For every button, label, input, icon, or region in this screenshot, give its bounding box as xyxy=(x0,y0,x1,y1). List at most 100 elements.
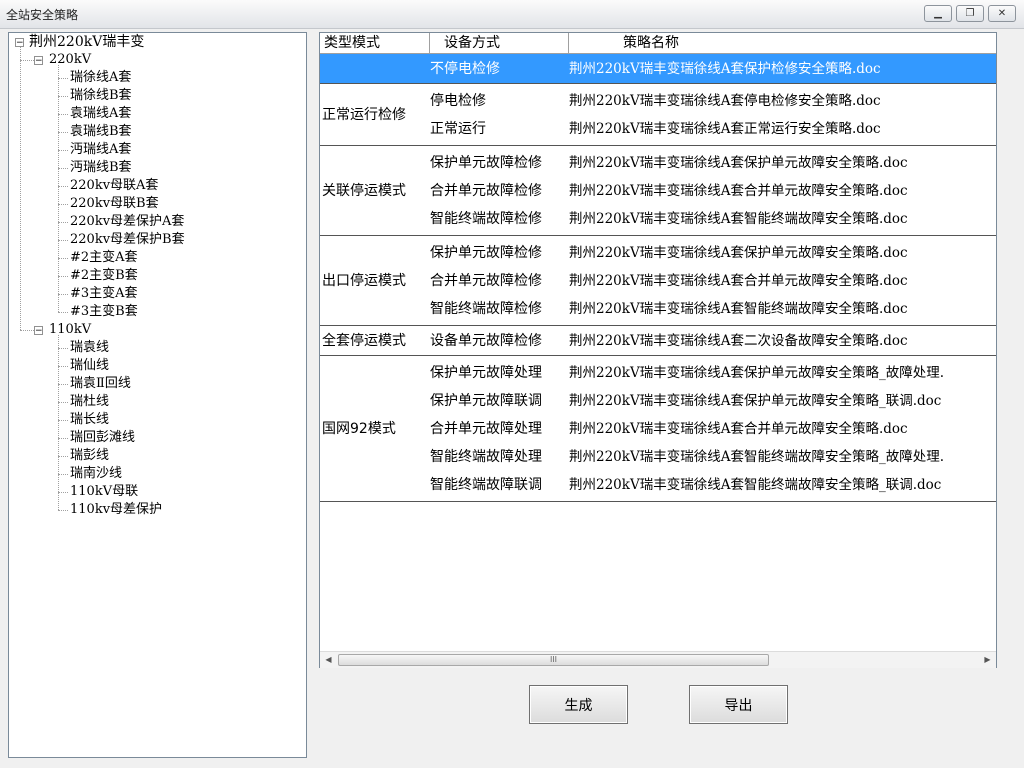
tree-item[interactable]: 220kv母差保护A套 xyxy=(70,213,184,231)
tree-group-1[interactable]: 110kV xyxy=(49,321,91,339)
tree-connector xyxy=(20,47,21,330)
strategy-file-cell[interactable]: 荆州220kV瑞丰变瑞徐线A套二次设备故障安全策略.doc xyxy=(569,331,908,351)
tree-connector xyxy=(58,65,59,312)
strategy-file-cell[interactable]: 荆州220kV瑞丰变瑞徐线A套正常运行安全策略.doc xyxy=(569,119,881,139)
tree-item[interactable]: 瑞徐线A套 xyxy=(70,69,131,87)
tree-connector xyxy=(58,348,68,349)
tree-item[interactable]: 瑞仙线 xyxy=(70,357,109,375)
tree-connector xyxy=(58,384,68,385)
device-cell[interactable]: 智能终端故障检修 xyxy=(430,299,542,319)
tree-item[interactable]: 瑞袁线 xyxy=(70,339,109,357)
strategy-file-cell[interactable]: 荆州220kV瑞丰变瑞徐线A套智能终端故障安全策略.doc xyxy=(569,299,908,319)
group-separator xyxy=(320,83,996,84)
strategy-file-cell[interactable]: 荆州220kV瑞丰变瑞徐线A套保护单元故障安全策略.doc xyxy=(569,243,908,263)
tree-item[interactable]: 220kv母差保护B套 xyxy=(70,231,185,249)
device-cell[interactable]: 合并单元故障检修 xyxy=(430,271,542,291)
strategy-file-cell[interactable]: 荆州220kV瑞丰变瑞徐线A套合并单元故障安全策略.doc xyxy=(569,419,908,439)
strategy-file-cell[interactable]: 荆州220kV瑞丰变瑞徐线A套保护单元故障安全策略_故障处理. xyxy=(569,363,944,383)
header-mode[interactable]: 类型模式 xyxy=(320,33,430,53)
strategy-file-cell[interactable]: 荆州220kV瑞丰变瑞徐线A套停电检修安全策略.doc xyxy=(569,91,881,111)
tree-connector xyxy=(58,168,68,169)
tree-item[interactable]: 瑞杜线 xyxy=(70,393,109,411)
device-cell[interactable]: 正常运行 xyxy=(430,119,486,139)
group-separator xyxy=(320,145,996,146)
strategy-grid[interactable]: 类型模式 设备方式 策略名称 不停电检修 荆州220kV瑞丰变瑞徐线A套保护检修安… xyxy=(319,32,997,668)
mode-cell[interactable]: 正常运行检修 xyxy=(322,105,406,125)
group-collapse-icon[interactable]: − xyxy=(34,326,43,336)
device-cell[interactable]: 合并单元故障处理 xyxy=(430,419,542,439)
strategy-file-cell[interactable]: 荆州220kV瑞丰变瑞徐线A套智能终端故障安全策略_故障处理. xyxy=(569,447,944,467)
tree-connector xyxy=(58,132,68,133)
tree-connector xyxy=(58,335,59,510)
tree-item[interactable]: 瑞袁Ⅱ回线 xyxy=(70,375,131,393)
tree-item[interactable]: 瑞长线 xyxy=(70,411,109,429)
tree-item[interactable]: 瑞徐线B套 xyxy=(70,87,132,105)
tree-item[interactable]: 110kV母联 xyxy=(70,483,138,501)
device-cell[interactable]: 停电检修 xyxy=(430,91,486,111)
mode-cell[interactable]: 出口停运模式 xyxy=(322,271,406,291)
device-cell[interactable]: 智能终端故障联调 xyxy=(430,475,542,495)
tree-connector xyxy=(58,402,68,403)
tree-item[interactable]: #3主变A套 xyxy=(70,285,138,303)
tree-item[interactable]: #3主变B套 xyxy=(70,303,138,321)
generate-button[interactable]: 生成 xyxy=(529,685,628,724)
tree-item[interactable]: 220kv母联A套 xyxy=(70,177,158,195)
close-button[interactable]: ✕ xyxy=(988,5,1016,22)
grid-header: 类型模式 设备方式 策略名称 xyxy=(320,33,996,54)
root-collapse-icon[interactable]: − xyxy=(15,38,24,48)
tree-group-0[interactable]: 220kV xyxy=(49,51,91,69)
tree-connector xyxy=(58,78,68,79)
scroll-left-icon[interactable]: ◀ xyxy=(320,652,337,668)
device-cell[interactable]: 合并单元故障检修 xyxy=(430,181,542,201)
export-button[interactable]: 导出 xyxy=(689,685,788,724)
device-cell[interactable]: 保护单元故障检修 xyxy=(430,243,542,263)
thumb-grip: III xyxy=(549,655,558,664)
group-collapse-icon[interactable]: − xyxy=(34,56,43,66)
device-cell[interactable]: 智能终端故障处理 xyxy=(430,447,542,467)
device-cell[interactable]: 保护单元故障联调 xyxy=(430,391,542,411)
device-cell[interactable]: 保护单元故障检修 xyxy=(430,153,542,173)
group-separator xyxy=(320,235,996,236)
strategy-file-cell[interactable]: 荆州220kV瑞丰变瑞徐线A套智能终端故障安全策略.doc xyxy=(569,209,908,229)
tree-item[interactable]: 瑞彭线 xyxy=(70,447,109,465)
header-device[interactable]: 设备方式 xyxy=(430,33,569,53)
tree-item[interactable]: 袁瑞线B套 xyxy=(70,123,132,141)
tree-item[interactable]: 袁瑞线A套 xyxy=(70,105,131,123)
strategy-file-cell[interactable]: 荆州220kV瑞丰变瑞徐线A套保护单元故障安全策略.doc xyxy=(569,153,908,173)
restore-button[interactable]: ❐ xyxy=(956,5,984,22)
strategy-file-cell[interactable]: 荆州220kV瑞丰变瑞徐线A套合并单元故障安全策略.doc xyxy=(569,271,908,291)
tree-item[interactable]: 110kv母差保护 xyxy=(70,501,162,519)
strategy-file-cell[interactable]: 荆州220kV瑞丰变瑞徐线A套智能终端故障安全策略_联调.doc xyxy=(569,475,941,495)
device-cell[interactable]: 保护单元故障处理 xyxy=(430,363,542,383)
mode-cell[interactable]: 国网92模式 xyxy=(322,419,396,439)
header-strategy-name[interactable]: 策略名称 xyxy=(569,33,996,53)
tree-item[interactable]: 沔瑞线A套 xyxy=(70,141,131,159)
tree-item[interactable]: #2主变B套 xyxy=(70,267,138,285)
tree-item[interactable]: 220kv母联B套 xyxy=(70,195,159,213)
tree-connector xyxy=(20,60,34,61)
mode-cell[interactable]: 全套停运模式 xyxy=(322,331,406,351)
restore-icon: ❐ xyxy=(965,8,975,19)
tree-root[interactable]: 荆州220kV瑞丰变 xyxy=(29,33,144,51)
horizontal-scrollbar[interactable]: ◀ III ▶ xyxy=(320,651,996,668)
tree-connector xyxy=(58,114,68,115)
station-tree[interactable]: − 荆州220kV瑞丰变 −220kV 瑞徐线A套 瑞徐线B套 袁瑞线A套 袁瑞线B套 沔瑞线… xyxy=(8,32,307,758)
mode-cell[interactable]: 关联停运模式 xyxy=(322,181,406,201)
device-cell[interactable]: 设备单元故障检修 xyxy=(430,331,542,351)
device-cell[interactable]: 智能终端故障检修 xyxy=(430,209,542,229)
device-cell[interactable]: 不停电检修 xyxy=(430,59,500,79)
strategy-file-cell[interactable]: 荆州220kV瑞丰变瑞徐线A套合并单元故障安全策略.doc xyxy=(569,181,908,201)
window-title: 全站安全策略 xyxy=(6,8,79,22)
tree-item[interactable]: #2主变A套 xyxy=(70,249,138,267)
tree-connector xyxy=(58,204,68,205)
strategy-file-cell[interactable]: 荆州220kV瑞丰变瑞徐线A套保护单元故障安全策略_联调.doc xyxy=(569,391,941,411)
title-bar: 全站安全策略 ▁ ❐ ✕ xyxy=(0,0,1024,29)
tree-connector xyxy=(58,222,68,223)
minimize-button[interactable]: ▁ xyxy=(924,5,952,22)
scroll-right-icon[interactable]: ▶ xyxy=(979,652,996,668)
tree-item[interactable]: 沔瑞线B套 xyxy=(70,159,132,177)
tree-item[interactable]: 瑞回彭滩线 xyxy=(70,429,135,447)
strategy-file-cell[interactable]: 荆州220kV瑞丰变瑞徐线A套保护检修安全策略.doc xyxy=(569,59,881,79)
tree-item[interactable]: 瑞南沙线 xyxy=(70,465,122,483)
scroll-thumb[interactable]: III xyxy=(338,654,769,666)
